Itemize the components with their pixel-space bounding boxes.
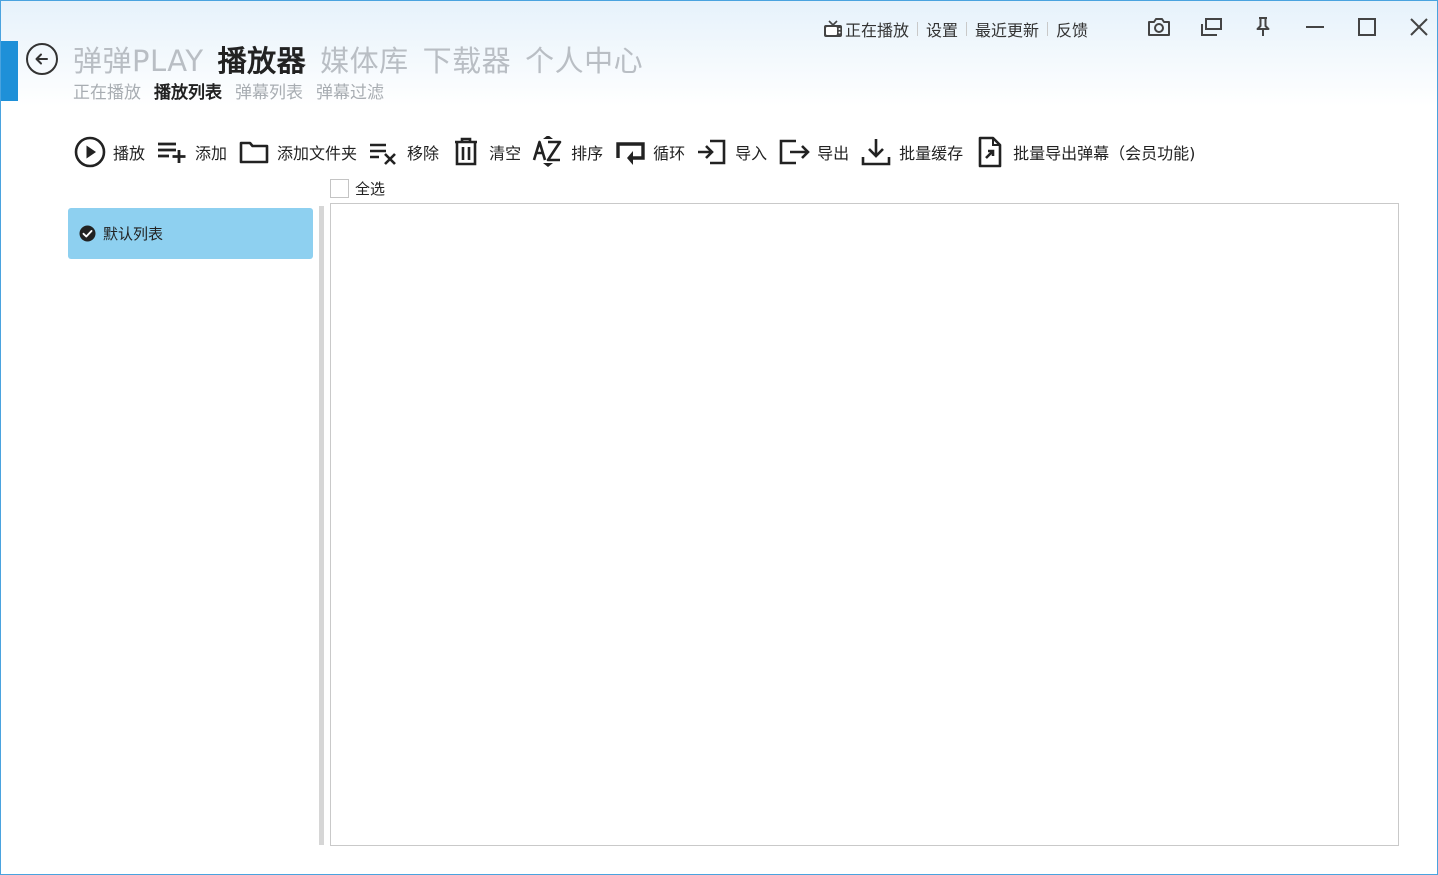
export-icon	[777, 135, 811, 169]
export-button[interactable]: 导出	[777, 135, 849, 169]
play-button[interactable]: 播放	[73, 135, 145, 169]
file-export-icon	[973, 135, 1007, 169]
sub-tab-now-playing[interactable]: 正在播放	[73, 78, 141, 103]
sub-tab-danmaku-filter[interactable]: 弹幕过滤	[316, 78, 384, 103]
export-label: 导出	[817, 144, 850, 163]
accent-bar	[1, 41, 18, 101]
sort-button[interactable]: 排序	[531, 135, 603, 169]
settings-link[interactable]: 设置	[918, 17, 966, 41]
select-all-checkbox[interactable]	[330, 179, 349, 198]
back-arrow-icon	[35, 53, 48, 65]
sub-tab-playlist[interactable]: 播放列表	[154, 78, 222, 103]
sort-label: 排序	[571, 144, 604, 163]
main-nav: 弹弹PLAY 播放器 媒体库 下载器 个人中心	[73, 38, 643, 80]
play-label: 播放	[113, 144, 146, 163]
loop-button[interactable]: 循环	[613, 135, 685, 169]
sort-az-icon	[531, 135, 565, 169]
maximize-icon	[1358, 18, 1376, 36]
recent-updates-link[interactable]: 最近更新	[967, 17, 1047, 41]
add-label: 添加	[195, 144, 228, 163]
nav-tab-user-center[interactable]: 个人中心	[525, 38, 643, 80]
now-playing-link[interactable]: 正在播放	[823, 17, 917, 41]
download-icon	[859, 135, 893, 169]
import-icon	[695, 135, 729, 169]
tv-icon	[824, 20, 842, 37]
maximize-button[interactable]	[1341, 11, 1393, 43]
minimize-button[interactable]	[1289, 11, 1341, 43]
back-button[interactable]	[26, 43, 58, 75]
nav-tab-player[interactable]: 播放器	[218, 38, 307, 80]
playlist-item-default[interactable]: 默认列表	[68, 208, 313, 259]
app-window: 弹弹PLAY 播放器 媒体库 下载器 个人中心 正在播放 播放列表 弹幕列表 弹…	[0, 0, 1438, 875]
camera-icon	[1148, 18, 1170, 36]
clear-button[interactable]: 清空	[449, 135, 521, 169]
playlist-add-icon	[155, 135, 189, 169]
nav-tab-downloader[interactable]: 下载器	[423, 38, 512, 80]
minimize-icon	[1306, 26, 1324, 28]
clear-label: 清空	[489, 144, 522, 163]
sub-nav: 正在播放 播放列表 弹幕列表 弹幕过滤	[73, 78, 384, 103]
remove-button[interactable]: 移除	[367, 135, 439, 169]
mini-mode-button[interactable]	[1185, 11, 1237, 43]
feedback-link[interactable]: 反馈	[1048, 17, 1096, 41]
top-links: 正在播放 设置 最近更新 反馈	[823, 17, 1096, 41]
trash-icon	[449, 135, 483, 169]
select-all-label: 全选	[355, 180, 386, 198]
add-button[interactable]: 添加	[155, 135, 227, 169]
screenshot-button[interactable]	[1133, 11, 1185, 43]
panel-splitter[interactable]	[319, 206, 324, 845]
now-playing-label: 正在播放	[845, 21, 910, 40]
playlist-item-label: 默认列表	[103, 225, 164, 243]
feedback-label: 反馈	[1056, 21, 1089, 40]
playlist-sidebar: 默认列表	[68, 208, 313, 259]
import-button[interactable]: 导入	[695, 135, 767, 169]
sub-tab-danmaku-list[interactable]: 弹幕列表	[235, 78, 303, 103]
select-all[interactable]: 全选	[330, 178, 385, 199]
pin-icon	[1256, 17, 1270, 36]
settings-label: 设置	[926, 21, 959, 40]
loop-icon	[613, 135, 647, 169]
recent-updates-label: 最近更新	[975, 21, 1040, 40]
restore-windows-icon	[1201, 18, 1222, 36]
playlist-toolbar: 播放 添加 添加文件夹 移除 清空 排序 循环 导入 导出 批量缓存 批量导出弹…	[73, 134, 1205, 170]
batch-export-danmaku-button[interactable]: 批量导出弹幕（会员功能)	[973, 135, 1195, 169]
nav-tab-home[interactable]: 弹弹PLAY	[73, 38, 204, 80]
playlist-content-panel	[330, 203, 1399, 846]
nav-tab-library[interactable]: 媒体库	[320, 38, 409, 80]
playlist-remove-icon	[367, 135, 401, 169]
folder-icon	[237, 135, 271, 169]
batch-cache-button[interactable]: 批量缓存	[859, 135, 963, 169]
remove-label: 移除	[407, 144, 440, 163]
pin-button[interactable]	[1237, 11, 1289, 43]
play-circle-icon	[73, 135, 107, 169]
window-controls	[1133, 11, 1437, 43]
batch-cache-label: 批量缓存	[899, 144, 964, 163]
import-label: 导入	[735, 144, 768, 163]
batch-export-danmaku-label: 批量导出弹幕（会员功能)	[1013, 144, 1196, 163]
close-button[interactable]	[1393, 11, 1437, 43]
loop-label: 循环	[653, 144, 686, 163]
add-folder-button[interactable]: 添加文件夹	[237, 135, 357, 169]
add-folder-label: 添加文件夹	[277, 144, 358, 163]
close-icon	[1410, 18, 1428, 36]
check-circle-icon	[79, 225, 96, 242]
